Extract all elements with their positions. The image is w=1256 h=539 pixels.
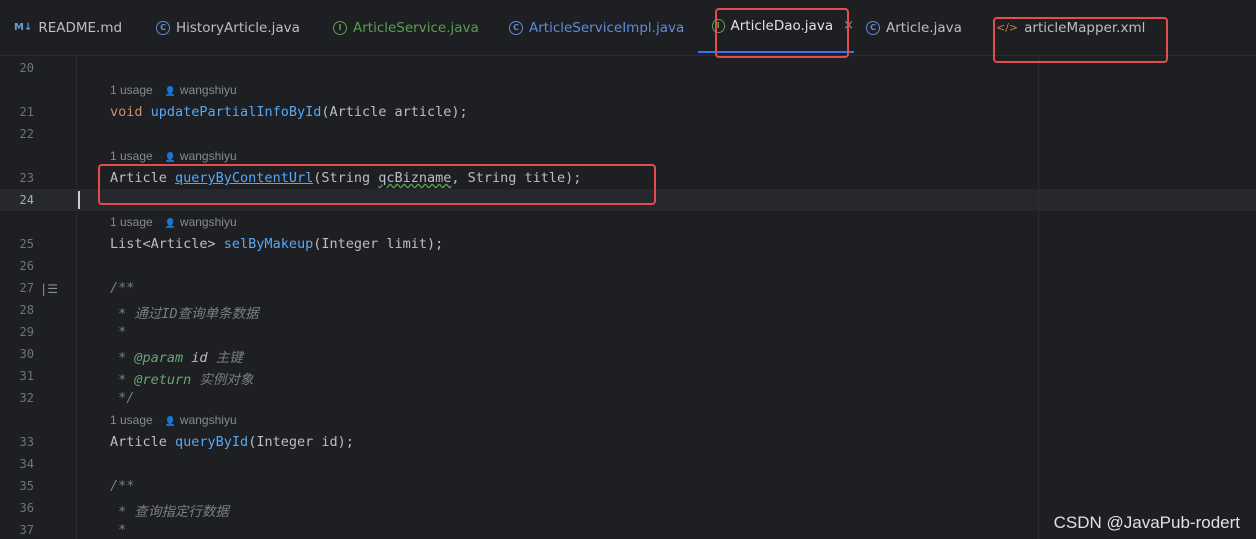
author-name[interactable]: wangshiyu (180, 215, 237, 229)
usage-hint[interactable]: 1 usage 👤 wangshiyu (110, 215, 237, 229)
usage-hint[interactable]: 1 usage 👤 wangshiyu (110, 83, 237, 97)
line-number: 37 (19, 523, 34, 537)
doc-comment-toggle-icon[interactable]: |☰ (40, 282, 58, 296)
line-number: 21 (19, 105, 34, 119)
javadoc-tag: @return (134, 372, 192, 388)
line-number: 36 (19, 501, 34, 515)
comment-line[interactable]: * (110, 324, 126, 340)
code-text: (Integer id); (248, 434, 354, 450)
tab-label: ArticleServiceImpl.java (529, 19, 685, 36)
author-name[interactable]: wangshiyu (180, 413, 237, 427)
javadoc-tag: @param (134, 350, 184, 366)
line-number: 30 (19, 347, 34, 361)
person-icon: 👤 (164, 152, 176, 162)
tab-article-service[interactable]: I ArticleService.java (333, 0, 479, 55)
comment-text: * (110, 350, 135, 366)
method-name: updatePartialInfoById (150, 104, 322, 120)
line-number: 20 (19, 61, 34, 75)
line-number: 27 (19, 281, 34, 295)
person-icon: 👤 (164, 416, 176, 426)
comment-line[interactable]: /** (110, 478, 134, 494)
comment-text: 主键 (207, 350, 243, 366)
interface-icon: I (333, 20, 347, 35)
highlight-box-mapper-tab (993, 17, 1168, 63)
highlight-box-articledao-tab (715, 8, 849, 58)
line-number: 34 (19, 457, 34, 471)
line-number: 32 (19, 391, 34, 405)
line-number: 35 (19, 479, 34, 493)
tab-label: ArticleService.java (353, 19, 479, 36)
type-name: List<Article> (110, 236, 224, 252)
usage-count[interactable]: 1 usage (110, 149, 153, 163)
class-icon: C (509, 20, 523, 35)
code-line[interactable]: List<Article> selByMakeup(Integer limit)… (110, 236, 443, 252)
tab-history-article[interactable]: C HistoryArticle.java (156, 0, 300, 55)
usage-count[interactable]: 1 usage (110, 215, 153, 229)
line-number: 33 (19, 435, 34, 449)
param-name: id (183, 350, 208, 366)
code-text: (Integer limit); (313, 236, 444, 252)
person-icon: 👤 (164, 86, 176, 96)
line-number: 25 (19, 237, 34, 251)
code-text: (Article article); (321, 104, 468, 120)
method-name: selByMakeup (223, 236, 314, 252)
code-line[interactable]: void updatePartialInfoById(Article artic… (110, 104, 468, 120)
author-name[interactable]: wangshiyu (180, 149, 237, 163)
comment-line[interactable]: * @return 实例对象 (110, 368, 253, 388)
comment-line[interactable]: /** (110, 280, 134, 296)
usage-hint[interactable]: 1 usage 👤 wangshiyu (110, 413, 237, 427)
usage-hint[interactable]: 1 usage 👤 wangshiyu (110, 149, 237, 163)
person-icon: 👤 (164, 218, 176, 228)
usage-count[interactable]: 1 usage (110, 413, 153, 427)
keyword: void (110, 104, 143, 120)
comment-text: * (110, 372, 135, 388)
line-number: 28 (19, 303, 34, 317)
comment-line[interactable]: * 查询指定行数据 (110, 500, 229, 520)
tab-label: HistoryArticle.java (176, 19, 300, 36)
line-number: 24 (19, 193, 34, 207)
markdown-icon: M↓ (14, 22, 33, 33)
comment-line[interactable]: */ (110, 390, 134, 406)
tab-article-service-impl[interactable]: C ArticleServiceImpl.java (509, 0, 684, 55)
type-name: Article (110, 434, 176, 450)
comment-line[interactable]: * (110, 522, 126, 538)
comment-line[interactable]: * @param id 主键 (110, 346, 243, 366)
method-name: queryById (175, 434, 249, 450)
class-icon: C (156, 20, 170, 35)
comment-text: 实例对象 (191, 372, 254, 388)
tab-article[interactable]: C Article.java (866, 0, 962, 55)
author-name[interactable]: wangshiyu (180, 83, 237, 97)
line-number: 23 (19, 171, 34, 185)
text-caret (78, 191, 80, 209)
comment-line[interactable]: * 通过ID查询单条数据 (110, 302, 259, 322)
usage-count[interactable]: 1 usage (110, 83, 153, 97)
highlight-box-query-method (98, 164, 656, 205)
tab-label: Article.java (886, 19, 962, 36)
line-number: 22 (19, 127, 34, 141)
right-margin-guide (1038, 56, 1039, 539)
class-icon: C (866, 20, 880, 35)
line-number: 29 (19, 325, 34, 339)
line-number: 31 (19, 369, 34, 383)
tab-readme[interactable]: M↓ README.md (14, 0, 122, 55)
watermark: CSDN @JavaPub-rodert (1053, 513, 1240, 532)
tab-label: README.md (38, 19, 123, 36)
code-line[interactable]: Article queryById(Integer id); (110, 434, 354, 450)
line-number: 26 (19, 259, 34, 273)
